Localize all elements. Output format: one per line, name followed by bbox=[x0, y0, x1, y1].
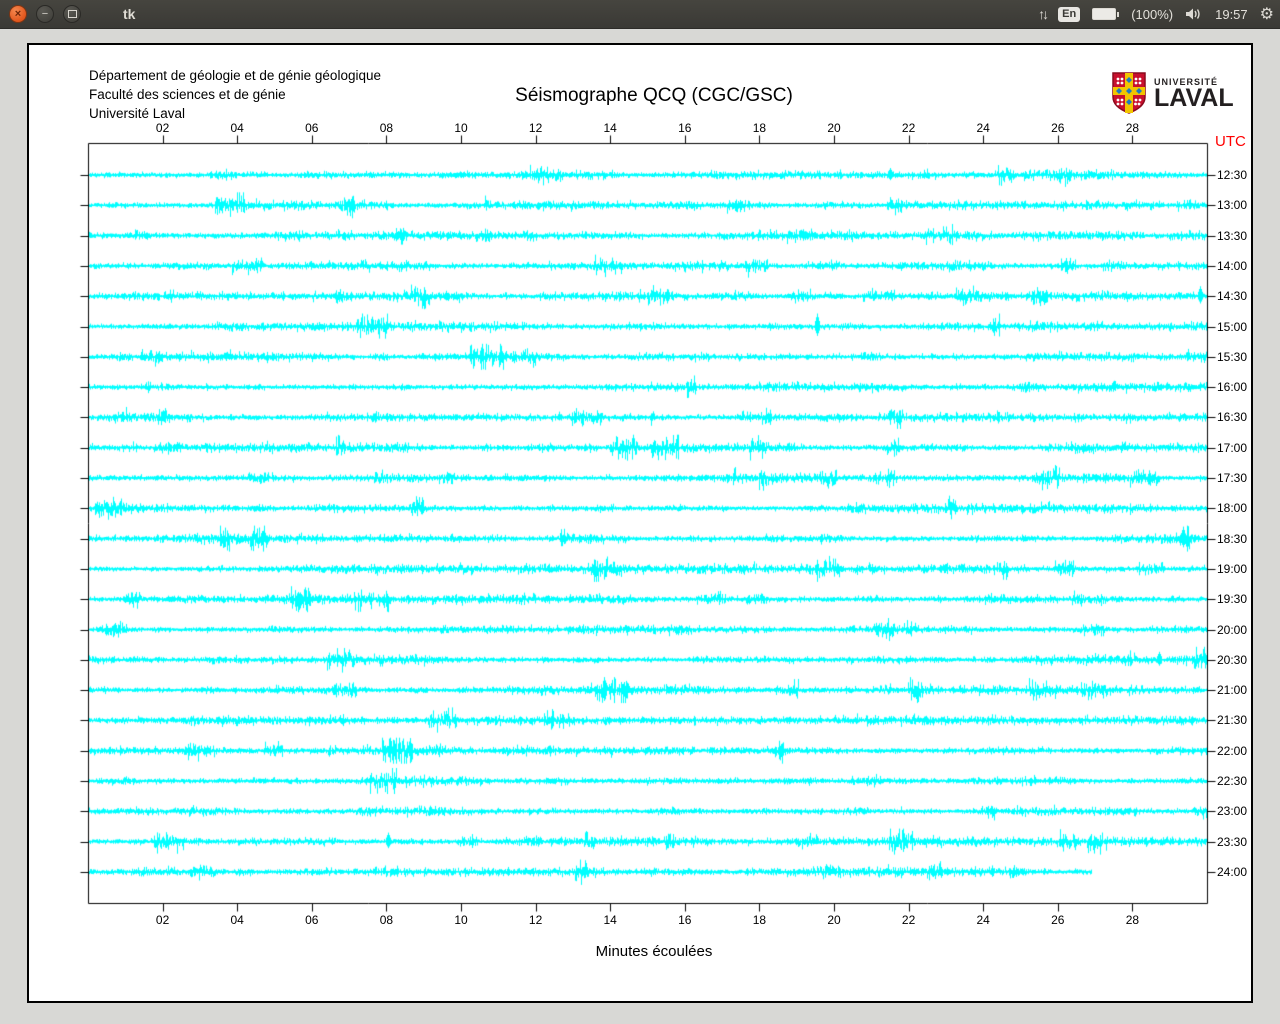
battery-percentage: (100%) bbox=[1131, 6, 1174, 22]
x-tick-label-top: 18 bbox=[752, 121, 767, 135]
x-tick-label-bottom: 26 bbox=[1051, 913, 1065, 927]
x-tick-label-top: 08 bbox=[379, 121, 394, 135]
keyboard-layout-indicator[interactable]: En bbox=[1058, 6, 1081, 22]
battery-indicator[interactable] bbox=[1092, 8, 1120, 20]
utc-time-label: 14:00 bbox=[1217, 258, 1248, 273]
x-tick-label-bottom: 04 bbox=[230, 913, 244, 927]
utc-time-label: 12:30 bbox=[1217, 168, 1248, 182]
battery-icon bbox=[1092, 8, 1117, 20]
x-tick-label-top: 10 bbox=[454, 121, 468, 135]
utc-time-label: 17:30 bbox=[1217, 471, 1248, 485]
x-tick-label-bottom: 12 bbox=[528, 913, 543, 927]
utc-time-label: 17:00 bbox=[1217, 440, 1248, 455]
x-tick-label-bottom: 24 bbox=[976, 913, 990, 927]
x-tick-label-bottom: 20 bbox=[827, 913, 841, 927]
utc-time-label: 22:30 bbox=[1217, 774, 1248, 788]
x-tick-label-bottom: 16 bbox=[678, 913, 692, 927]
x-tick-label-bottom: 18 bbox=[752, 913, 767, 927]
gear-icon: ⚙ bbox=[1259, 6, 1274, 23]
utc-time-label: 18:30 bbox=[1217, 531, 1248, 546]
utc-time-label: 15:00 bbox=[1217, 319, 1248, 334]
volume-indicator[interactable] bbox=[1185, 7, 1203, 21]
status-indicators: ↑↓ En (100%) 19:57 ⚙ bbox=[1038, 0, 1274, 28]
x-tick-label-top: 02 bbox=[155, 121, 170, 135]
x-tick-label-bottom: 06 bbox=[305, 913, 319, 927]
minimize-button[interactable]: − bbox=[36, 5, 54, 23]
x-tick-label-top: 16 bbox=[678, 121, 692, 135]
utc-time-label: 21:00 bbox=[1217, 683, 1248, 698]
desktop: { "titlebar": { "title": "tk", "close_gl… bbox=[0, 0, 1280, 1024]
session-menu[interactable]: ⚙ bbox=[1260, 4, 1274, 24]
utc-time-label: 13:30 bbox=[1217, 228, 1248, 243]
x-tick-label-bottom: 08 bbox=[379, 913, 394, 927]
clock[interactable]: 19:57 bbox=[1215, 7, 1248, 22]
utc-time-label: 14:30 bbox=[1217, 289, 1248, 304]
maximize-button[interactable] bbox=[63, 5, 81, 23]
utc-time-label: 13:00 bbox=[1217, 198, 1248, 213]
x-tick-label-top: 06 bbox=[305, 121, 319, 135]
utc-time-label: 16:30 bbox=[1217, 410, 1248, 425]
utc-time-label: 23:30 bbox=[1217, 834, 1248, 849]
utc-axis-title: UTC bbox=[1215, 133, 1246, 150]
utc-time-label: 16:00 bbox=[1217, 380, 1248, 395]
battery-nub-icon bbox=[1117, 11, 1120, 17]
utc-time-label: 19:30 bbox=[1217, 592, 1248, 607]
x-tick-label-bottom: 02 bbox=[155, 913, 170, 927]
x-tick-label-top: 26 bbox=[1051, 121, 1065, 135]
x-axis-label: Minutes écoulées bbox=[595, 943, 713, 960]
x-tick-label-top: 22 bbox=[901, 121, 916, 135]
tk-app-canvas: Département de géologie et de génie géol… bbox=[27, 43, 1253, 1003]
utc-time-label: 18:00 bbox=[1217, 501, 1248, 516]
speaker-icon bbox=[1186, 8, 1200, 20]
x-tick-label-top: 20 bbox=[827, 121, 841, 135]
utc-time-label: 22:00 bbox=[1217, 743, 1248, 758]
x-tick-label-top: 24 bbox=[976, 121, 990, 135]
utc-time-label: 20:00 bbox=[1217, 622, 1248, 637]
close-button[interactable]: × bbox=[9, 5, 27, 23]
utc-time-label: 20:30 bbox=[1217, 652, 1248, 667]
utc-time-label: 19:00 bbox=[1217, 561, 1248, 576]
utc-time-label: 21:30 bbox=[1217, 713, 1248, 728]
x-tick-label-top: 14 bbox=[603, 121, 617, 135]
network-indicator[interactable]: ↑↓ bbox=[1038, 6, 1049, 22]
x-tick-label-bottom: 22 bbox=[901, 913, 916, 927]
x-tick-label-bottom: 28 bbox=[1125, 913, 1140, 927]
down-arrow-icon: ↓ bbox=[1042, 6, 1049, 22]
x-tick-label-bottom: 14 bbox=[603, 913, 617, 927]
maximize-icon bbox=[67, 10, 77, 18]
x-tick-label-top: 12 bbox=[528, 121, 543, 135]
seismogram-canvas bbox=[29, 45, 1251, 1001]
utc-time-label: 15:30 bbox=[1217, 349, 1248, 364]
utc-time-label: 24:00 bbox=[1217, 864, 1248, 879]
window-title-bar[interactable]: × − tk ↑↓ En (100%) 19:57 ⚙ bbox=[0, 0, 1280, 29]
x-tick-label-bottom: 10 bbox=[454, 913, 468, 927]
window-controls: × − bbox=[9, 5, 81, 23]
window-title: tk bbox=[123, 6, 136, 22]
x-tick-label-top: 28 bbox=[1125, 121, 1140, 135]
utc-time-label: 23:00 bbox=[1217, 804, 1248, 819]
x-tick-label-top: 04 bbox=[230, 121, 244, 135]
